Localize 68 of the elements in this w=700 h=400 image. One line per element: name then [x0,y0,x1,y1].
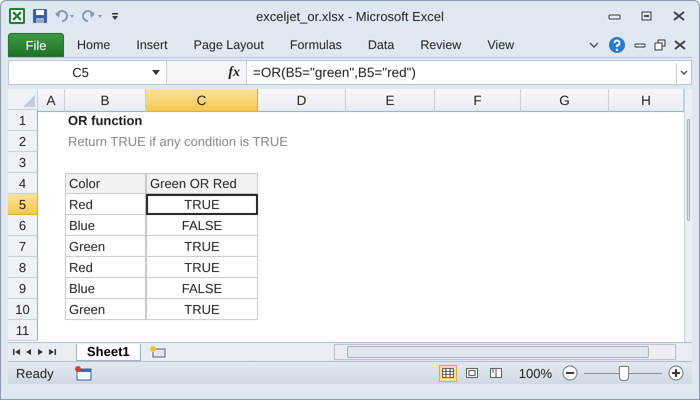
formula-field[interactable]: =OR(B5="green",B5="red") [247,65,676,80]
window-title: exceljet_or.xlsx - Microsoft Excel [256,8,444,24]
cell-text: Return TRUE if any condition is TRUE [67,133,289,151]
customize-caret-icon[interactable] [110,10,120,22]
table-cell: TRUE [146,299,258,320]
help-icon[interactable] [608,36,626,54]
row-header[interactable]: 5 [8,194,38,215]
column-header[interactable]: C [146,89,258,112]
table-cell: Green [65,236,146,257]
ribbon-tab[interactable]: Page Layout [180,33,277,57]
sheet-tab[interactable]: Sheet1 [76,344,141,360]
column-header[interactable]: G [521,89,609,112]
horizontal-scrollbar[interactable] [334,344,676,360]
column-header[interactable]: B [65,89,146,112]
vertical-scrollbar[interactable] [684,89,692,342]
table-cell: FALSE [146,278,258,299]
collapse-ribbon-icon[interactable] [588,40,600,50]
sheet-nav-icon[interactable] [12,347,21,357]
macro-record-icon[interactable] [74,365,92,381]
cell-text: OR function [67,112,144,130]
save-icon[interactable] [32,8,48,24]
column-header[interactable]: E [346,89,435,112]
table-cell: TRUE [146,194,258,215]
new-sheet-icon[interactable] [148,345,167,359]
column-header[interactable]: A [38,89,65,112]
column-header[interactable]: H [609,89,684,112]
row-header[interactable]: 8 [8,257,38,278]
row-header[interactable]: 11 [8,320,38,341]
table-cell: TRUE [146,236,258,257]
table-header-cell: Color [65,173,146,194]
row-header[interactable]: 1 [8,110,38,131]
table-cell: Blue [65,278,146,299]
table-cell: TRUE [146,257,258,278]
normal-view-button[interactable] [438,364,457,382]
zoom-level[interactable]: 100% [518,366,552,380]
row-header[interactable]: 6 [8,215,38,236]
restore-icon[interactable] [654,39,666,51]
table-cell: Red [65,194,146,215]
status-text: Ready [16,366,54,380]
table-header-cell: Green OR Red [146,173,258,194]
row-header[interactable]: 2 [8,131,38,152]
ribbon-tab[interactable]: Home [64,33,124,57]
ribbon-tab[interactable]: Review [407,33,474,57]
row-header[interactable]: 4 [8,173,38,194]
zoom-out-icon[interactable] [562,365,578,381]
zoom-in-icon[interactable] [668,365,684,381]
close-icon[interactable] [674,40,686,50]
excel-logo-icon [8,7,26,25]
column-header[interactable]: F [435,89,521,112]
table-cell: Blue [65,215,146,236]
maximize-icon[interactable] [640,11,654,21]
row-header[interactable]: 10 [8,299,38,320]
row-header[interactable]: 7 [8,236,38,257]
zoom-slider-thumb[interactable] [619,366,629,380]
ribbon-tab[interactable]: Insert [123,33,181,57]
insert-function-button[interactable]: fx [228,64,240,80]
sheet-nav-icon[interactable] [48,347,57,357]
ribbon-tab[interactable]: Data [354,33,408,57]
table-cell: FALSE [146,215,258,236]
table-cell: Red [65,257,146,278]
close-icon[interactable] [672,11,686,21]
table-cell: Green [65,299,146,320]
file-tab[interactable]: File [8,33,64,57]
ribbon-tab[interactable]: Formulas [276,33,355,57]
ribbon-tab[interactable]: View [474,33,528,57]
row-header[interactable]: 3 [8,152,38,173]
column-header[interactable]: D [258,89,346,112]
row-header[interactable]: 9 [8,278,38,299]
